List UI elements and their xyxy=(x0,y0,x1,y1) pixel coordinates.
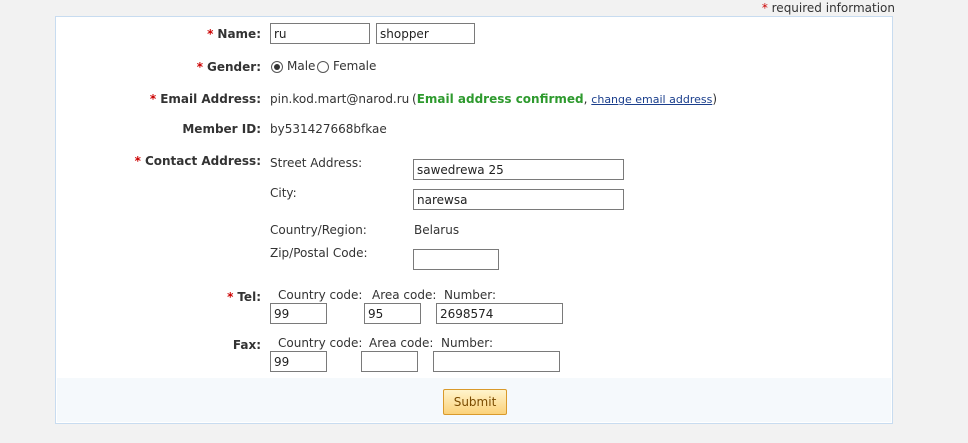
city-label: City: xyxy=(270,186,297,200)
city-input[interactable] xyxy=(413,189,624,210)
required-star: * xyxy=(134,154,141,168)
tel-area-code-label: Area code: xyxy=(372,288,437,302)
gender-label: * Gender: xyxy=(196,60,261,74)
required-information-note: * required information xyxy=(762,1,895,15)
fax-area-code-input[interactable] xyxy=(361,351,418,372)
country-region-value: Belarus xyxy=(414,223,460,237)
country-region-label: Country/Region: xyxy=(270,223,367,237)
tel-country-code-label: Country code: xyxy=(278,288,363,302)
tel-label: * Tel: xyxy=(227,290,261,304)
profile-form-panel: *Name: *Gender: Male Female *Email Addre… xyxy=(55,16,893,424)
email-value: pin.kod.mart@narod.ru xyxy=(270,92,410,106)
tel-number-label: Number: xyxy=(444,288,497,302)
street-address-label: Street Address: xyxy=(270,156,363,170)
email-label: * Email Address: xyxy=(149,92,261,106)
tel-country-code-input[interactable] xyxy=(270,303,327,324)
first-name-input[interactable] xyxy=(270,23,370,44)
zip-code-input[interactable] xyxy=(413,249,499,270)
required-star: * xyxy=(207,27,214,41)
fax-number-label: Number: xyxy=(441,336,494,350)
fax-country-code-input[interactable] xyxy=(270,351,327,372)
name-label: * Name: xyxy=(207,27,261,41)
gender-female-label[interactable]: Female xyxy=(333,59,376,73)
tel-area-code-input[interactable] xyxy=(364,303,421,324)
member-id-label: Member ID: xyxy=(182,122,261,136)
email-status: (Email address confirmed, change email a… xyxy=(412,92,718,106)
submit-button[interactable]: Submit xyxy=(443,389,507,415)
required-star: * xyxy=(227,290,234,304)
member-id-value: by531427668bfkae xyxy=(270,122,387,136)
fax-number-input[interactable] xyxy=(433,351,560,372)
contact-address-label: * Contact Address: xyxy=(134,154,261,168)
email-confirmed-text: Email address confirmed xyxy=(416,92,584,106)
gender-male-label[interactable]: Male xyxy=(287,59,315,73)
required-star: * xyxy=(196,60,204,74)
gender-male-radio[interactable] xyxy=(271,61,283,73)
tel-number-input[interactable] xyxy=(436,303,563,324)
last-name-input[interactable] xyxy=(376,23,475,44)
change-email-link[interactable]: change email address xyxy=(591,93,712,106)
street-address-input[interactable] xyxy=(413,159,624,180)
fax-area-code-label: Area code: xyxy=(369,336,434,350)
fax-country-code-label: Country code: xyxy=(278,336,363,350)
required-information-text: required information xyxy=(771,1,895,15)
required-star: * xyxy=(761,1,768,15)
fax-label: Fax: xyxy=(232,338,261,352)
gender-female-radio[interactable] xyxy=(317,61,329,73)
zip-code-label: Zip/Postal Code: xyxy=(270,246,368,260)
required-star: * xyxy=(149,92,157,106)
